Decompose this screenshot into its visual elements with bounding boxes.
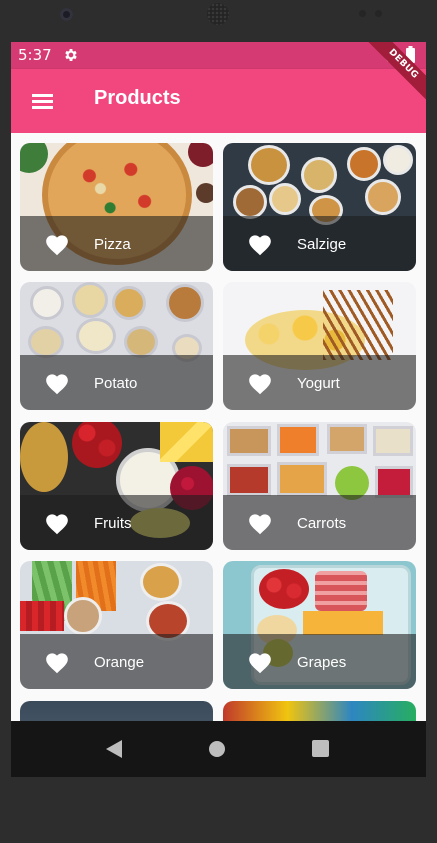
product-card-orange[interactable]: Orange: [20, 561, 213, 689]
device-frame: 5:37 Products DEBUG Pizza Salzige Potato…: [0, 0, 437, 843]
heart-icon[interactable]: [247, 232, 273, 256]
product-label: Pizza: [94, 236, 131, 253]
heart-icon[interactable]: [44, 232, 70, 256]
home-icon[interactable]: [209, 741, 225, 757]
heart-icon[interactable]: [247, 511, 273, 535]
product-grid[interactable]: Pizza Salzige Potato Yogurt Fruits Carro…: [11, 133, 426, 777]
heart-icon[interactable]: [44, 650, 70, 674]
light-sensor: [375, 10, 382, 17]
product-card-yogurt[interactable]: Yogurt: [223, 282, 416, 410]
status-time: 5:37: [18, 46, 52, 64]
front-camera: [60, 8, 73, 21]
menu-icon: [32, 94, 53, 97]
page-title: Products: [94, 87, 181, 109]
recents-icon[interactable]: [312, 740, 329, 757]
heart-icon[interactable]: [44, 371, 70, 395]
back-icon[interactable]: [104, 739, 124, 759]
heart-icon[interactable]: [44, 511, 70, 535]
menu-button[interactable]: [25, 89, 61, 115]
product-label: Yogurt: [297, 375, 340, 392]
gear-icon: [65, 49, 77, 61]
product-label: Carrots: [297, 515, 347, 532]
navigation-bar: [11, 721, 426, 777]
heart-icon[interactable]: [247, 371, 273, 395]
product-card-grapes[interactable]: Grapes: [223, 561, 416, 689]
product-label: Potato: [94, 375, 138, 392]
proximity-sensor: [359, 10, 366, 17]
product-card-fruits[interactable]: Fruits: [20, 422, 213, 550]
product-label: Grapes: [297, 654, 347, 671]
heart-icon[interactable]: [247, 650, 273, 674]
status-bar: 5:37: [11, 42, 426, 69]
product-card-potato[interactable]: Potato: [20, 282, 213, 410]
app-bar: Products: [11, 69, 426, 133]
product-card-carrots[interactable]: Carrots: [223, 422, 416, 550]
menu-icon-bar: [32, 106, 53, 109]
menu-icon-bar: [32, 100, 53, 103]
product-label: Salzige: [297, 236, 347, 253]
product-label: Fruits: [94, 515, 132, 532]
product-card-pizza[interactable]: Pizza: [20, 143, 213, 271]
product-card-salzige[interactable]: Salzige: [223, 143, 416, 271]
product-label: Orange: [94, 654, 145, 671]
earpiece-speaker: [207, 3, 229, 25]
screen: 5:37 Products DEBUG Pizza Salzige Potato…: [11, 42, 426, 777]
